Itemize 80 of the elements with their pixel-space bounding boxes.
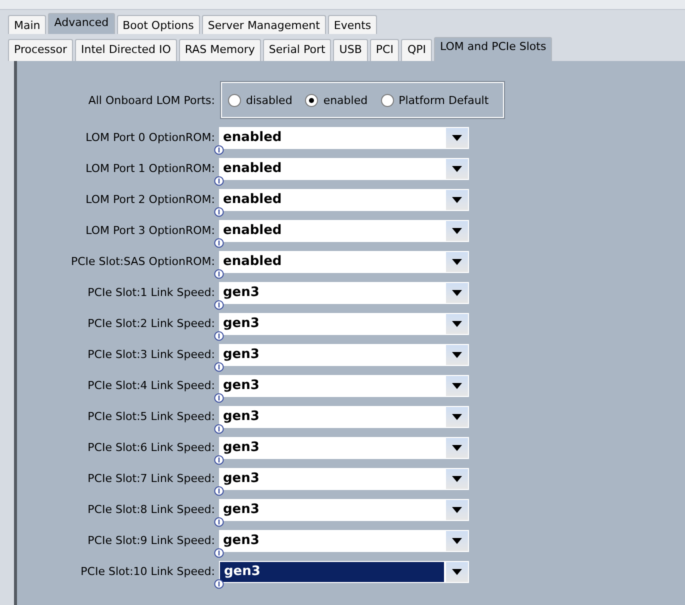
setting-label: PCIe Slot:4 Link Speed:: [86, 379, 216, 392]
info-icon: [214, 548, 224, 558]
tab[interactable]: LOM and PCIe Slots: [434, 37, 552, 61]
setting-label: PCIe Slot:8 Link Speed:: [86, 503, 216, 516]
setting-label: PCIe Slot:1 Link Speed:: [86, 286, 216, 299]
dropdown[interactable]: gen3: [219, 406, 469, 428]
tab[interactable]: Advanced: [48, 13, 115, 34]
dropdown[interactable]: gen3: [219, 344, 469, 366]
setting-label: PCIe Slot:7 Link Speed:: [86, 472, 216, 485]
dropdown[interactable]: enabled: [219, 158, 469, 180]
radio-label[interactable]: disabled: [246, 94, 292, 106]
tab[interactable]: QPI: [401, 39, 432, 61]
tab[interactable]: Boot Options: [116, 15, 200, 34]
setting-label: PCIe Slot:SAS OptionROM:: [70, 255, 216, 268]
caret-icon[interactable]: [446, 500, 468, 520]
dropdown[interactable]: gen3: [219, 560, 469, 582]
caret-icon[interactable]: [446, 128, 468, 148]
dropdown[interactable]: gen3: [219, 312, 469, 334]
caret-icon[interactable]: [446, 158, 468, 178]
info-icon: [214, 486, 224, 496]
caret-icon[interactable]: [446, 220, 468, 240]
info-icon: [214, 516, 224, 526]
radio-button[interactable]: [305, 94, 318, 106]
caret-icon[interactable]: [446, 344, 468, 364]
setting-label: PCIe Slot:2 Link Speed:: [86, 317, 216, 330]
caret-icon[interactable]: [446, 530, 468, 550]
caret-icon[interactable]: [446, 190, 468, 210]
tab[interactable]: RAS Memory: [178, 39, 261, 61]
dropdown[interactable]: gen3: [219, 374, 469, 396]
tab[interactable]: Processor: [8, 39, 73, 61]
info-icon: [214, 392, 224, 402]
setting-label: PCIe Slot:6 Link Speed:: [86, 441, 216, 454]
info-icon: [214, 330, 224, 340]
info-icon: [214, 238, 224, 248]
setting-label: PCIe Slot:5 Link Speed:: [86, 410, 216, 423]
setting-label: PCIe Slot:9 Link Speed:: [86, 534, 216, 547]
radio-label[interactable]: Platform Default: [398, 94, 489, 106]
dropdown[interactable]: enabled: [219, 126, 469, 148]
dropdown[interactable]: gen3: [219, 436, 469, 458]
info-icon: [214, 268, 224, 278]
setting-label: PCIe Slot:3 Link Speed:: [86, 348, 216, 361]
tab[interactable]: Intel Directed IO: [74, 39, 177, 61]
setting-label: LOM Port 2 OptionROM:: [84, 193, 216, 206]
info-icon: [214, 300, 224, 310]
tab[interactable]: USB: [333, 39, 368, 61]
tab[interactable]: Main: [8, 15, 46, 34]
setting-label: PCIe Slot:10 Link Speed:: [80, 565, 216, 578]
setting-label: All Onboard LOM Ports:: [87, 94, 216, 106]
info-icon: [214, 144, 224, 154]
dropdown[interactable]: gen3: [219, 498, 469, 520]
info-icon: [214, 454, 224, 464]
info-icon: [214, 176, 224, 186]
dropdown[interactable]: gen3: [219, 468, 469, 490]
caret-icon[interactable]: [446, 376, 468, 396]
info-icon: [214, 362, 224, 372]
radio-button[interactable]: [380, 94, 394, 106]
tab[interactable]: Server Management: [202, 15, 326, 34]
caret-icon[interactable]: [446, 468, 468, 488]
caret-icon[interactable]: [446, 314, 468, 334]
setting-label: LOM Port 1 OptionROM:: [84, 162, 216, 175]
caret-icon[interactable]: [446, 252, 468, 272]
info-icon: [214, 578, 224, 588]
tab[interactable]: Serial Port: [262, 39, 332, 61]
caret-icon[interactable]: [446, 282, 468, 302]
tab[interactable]: Events: [328, 15, 378, 34]
tab[interactable]: PCI: [370, 39, 400, 61]
radio-label[interactable]: enabled: [323, 94, 368, 106]
dropdown[interactable]: gen3: [219, 530, 469, 552]
radio-button[interactable]: [228, 94, 241, 106]
dropdown[interactable]: enabled: [219, 250, 469, 272]
setting-label: LOM Port 3 OptionROM:: [84, 224, 216, 237]
caret-icon[interactable]: [446, 562, 468, 582]
info-icon: [214, 206, 224, 216]
caret-icon[interactable]: [446, 438, 468, 458]
setting-label: LOM Port 0 OptionROM:: [84, 131, 216, 144]
dropdown[interactable]: enabled: [219, 220, 469, 242]
dropdown[interactable]: enabled: [219, 188, 469, 210]
info-icon: [214, 424, 224, 434]
caret-icon[interactable]: [446, 406, 468, 426]
dropdown[interactable]: gen3: [219, 282, 469, 304]
